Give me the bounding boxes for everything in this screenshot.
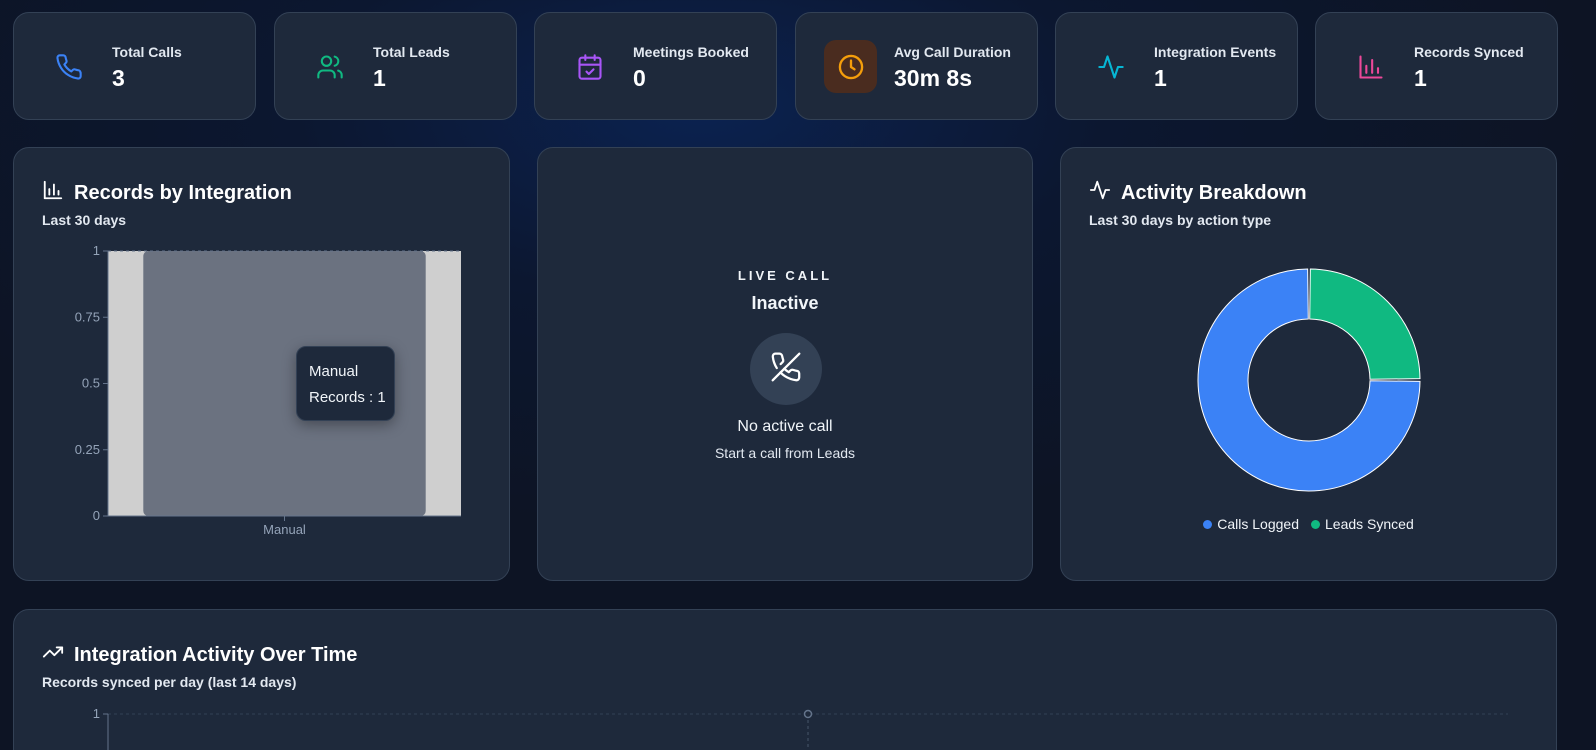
tooltip-label: Manual (309, 363, 359, 380)
stat-card-total-leads: Total Leads 1 (274, 12, 517, 120)
stat-label: Total Leads (373, 44, 450, 60)
stat-value: 1 (1414, 65, 1427, 91)
stat-label: Integration Events (1154, 44, 1277, 60)
calendar-check-icon (563, 40, 616, 93)
chart-legend: Calls Logged Leads Synced (1061, 516, 1556, 532)
clock-icon (824, 40, 877, 93)
legend-swatch (1203, 519, 1213, 529)
legend-item[interactable]: Leads Synced (1311, 516, 1414, 532)
records-by-integration-panel: Records by Integration Last 30 days Manu… (13, 147, 510, 581)
stat-card-total-calls: Total Calls 3 (13, 12, 256, 120)
records-bar-chart: Manual 0 0.25 0.5 0.75 1 (75, 243, 461, 537)
stat-label: Total Calls (112, 44, 182, 60)
bar-chart-icon (1344, 40, 1397, 93)
stat-value: 30m 8s (894, 65, 973, 91)
stat-card-records-synced: Records Synced 1 (1315, 12, 1558, 120)
stat-value: 1 (1154, 65, 1167, 91)
data-point (803, 709, 813, 719)
live-call-panel: LIVE CALL Inactive No active call Start … (537, 147, 1033, 581)
activity-icon (1084, 40, 1137, 93)
stat-value: 1 (373, 65, 386, 91)
phone-off-icon (770, 351, 802, 388)
donut-slice (1309, 268, 1421, 380)
phone-icon (42, 40, 95, 93)
stat-card-avg-call-duration: Avg Call Duration 30m 8s (795, 12, 1038, 120)
stat-value: 0 (633, 65, 646, 91)
x-tick-label: Manual (263, 522, 306, 537)
y-tick-label: 0 (93, 508, 100, 523)
legend-swatch (1311, 519, 1320, 529)
chart-tooltip: Manual Records : 1 (296, 346, 395, 421)
stat-label: Avg Call Duration (894, 44, 1011, 60)
y-tick-label: 0.5 (82, 376, 100, 391)
activity-line-chart: 1 (93, 706, 1508, 750)
legend-label: Calls Logged (1217, 516, 1299, 532)
stat-card-meetings-booked: Meetings Booked 0 (534, 12, 777, 120)
activity-breakdown-panel: Activity Breakdown Last 30 days by actio… (1060, 147, 1557, 581)
call-off-button[interactable] (750, 333, 822, 405)
stat-card-integration-events: Integration Events 1 (1055, 12, 1298, 120)
live-call-message: No active call (737, 418, 833, 435)
y-tick-label: 0.25 (75, 442, 100, 457)
y-tick-label: 0.75 (75, 309, 100, 324)
tooltip-value: Records : 1 (309, 389, 386, 406)
users-icon (303, 40, 356, 93)
stat-label: Records Synced (1414, 44, 1524, 60)
live-call-hint: Start a call from Leads (714, 445, 856, 461)
y-tick-label: 1 (93, 243, 100, 258)
legend-label: Leads Synced (1325, 516, 1414, 532)
y-tick-label: 1 (93, 706, 100, 721)
live-call-status: Inactive (751, 293, 819, 313)
stat-value: 3 (112, 65, 125, 91)
live-call-eyebrow: LIVE CALL (737, 268, 833, 283)
stat-label: Meetings Booked (633, 44, 749, 60)
integration-activity-panel: Integration Activity Over Time Records s… (13, 609, 1557, 750)
legend-item[interactable]: Calls Logged (1203, 516, 1299, 532)
